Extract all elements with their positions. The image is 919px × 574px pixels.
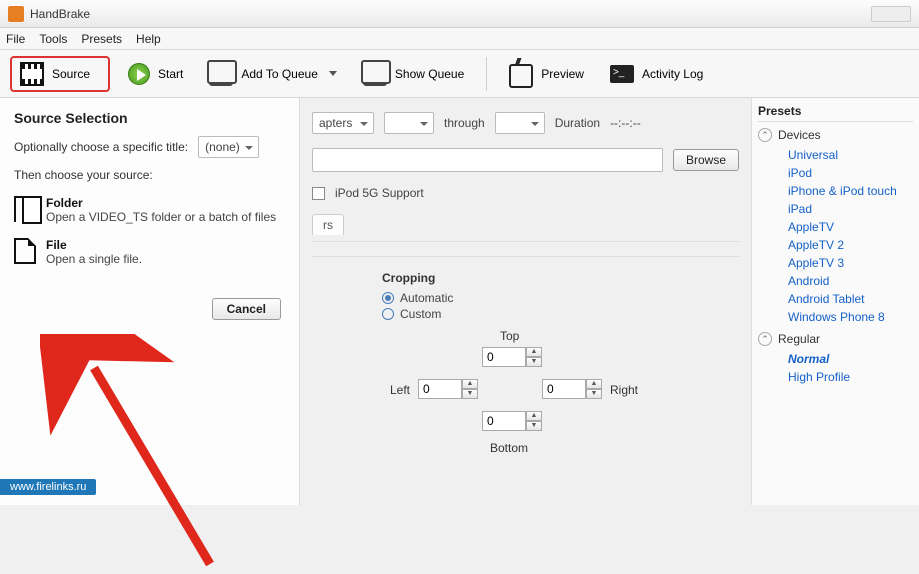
preset-normal[interactable]: Normal — [758, 350, 913, 368]
crop-right-spinner[interactable]: ▲▼ — [542, 379, 602, 399]
preset-group-regular[interactable]: ⌃Regular — [758, 332, 913, 346]
preset-android[interactable]: Android — [758, 272, 913, 290]
menu-file[interactable]: File — [6, 32, 25, 46]
source-option-folder[interactable]: Folder Open a VIDEO_TS folder or a batch… — [14, 196, 285, 224]
source-label: Source — [52, 67, 90, 81]
menu-presets[interactable]: Presets — [81, 32, 122, 46]
preset-ipod[interactable]: iPod — [758, 164, 913, 182]
destination-field[interactable] — [312, 148, 663, 172]
source-option-file[interactable]: File Open a single file. — [14, 238, 285, 266]
source-button[interactable]: Source — [10, 56, 110, 92]
preset-appletv3[interactable]: AppleTV 3 — [758, 254, 913, 272]
add-queue-label: Add To Queue — [241, 67, 318, 81]
window-title: HandBrake — [30, 7, 90, 21]
duration-label: Duration — [555, 116, 600, 130]
collapse-icon: ⌃ — [758, 332, 772, 346]
preset-windows-phone8[interactable]: Windows Phone 8 — [758, 308, 913, 326]
crop-top-spinner[interactable]: ▲▼ — [482, 347, 542, 367]
crop-bottom-spinner[interactable]: ▲▼ — [482, 411, 542, 431]
chapter-to-select[interactable] — [495, 112, 545, 134]
chapters-select[interactable]: apters — [312, 112, 374, 134]
tab-partial[interactable]: rs — [312, 214, 344, 235]
tv-icon — [509, 64, 533, 88]
activity-log-button[interactable]: >_ Activity Log — [602, 59, 711, 89]
titlebar: HandBrake — [0, 0, 919, 28]
activity-log-label: Activity Log — [642, 67, 703, 81]
watermark: www.firelinks.ru — [0, 479, 96, 495]
start-label: Start — [158, 67, 183, 81]
toolbar-separator — [486, 57, 487, 91]
preset-appletv2[interactable]: AppleTV 2 — [758, 236, 913, 254]
crop-left-label: Left — [390, 383, 410, 397]
annotation-arrow — [40, 334, 240, 574]
preset-iphone-ipod-touch[interactable]: iPhone & iPod touch — [758, 182, 913, 200]
preset-android-tablet[interactable]: Android Tablet — [758, 290, 913, 308]
show-queue-button[interactable]: Show Queue — [355, 56, 472, 92]
start-button[interactable]: Start — [120, 57, 191, 91]
cancel-button[interactable]: Cancel — [212, 298, 281, 320]
browse-button[interactable]: Browse — [673, 149, 739, 171]
app-icon — [8, 6, 24, 22]
menu-help[interactable]: Help — [136, 32, 161, 46]
main-content: apters through Duration --:--:-- Browse … — [300, 98, 751, 505]
file-icon — [14, 238, 36, 264]
title-select[interactable]: (none) — [198, 136, 259, 158]
crop-auto-radio[interactable]: Automatic — [382, 291, 739, 305]
crop-bottom-label: Bottom — [490, 441, 528, 455]
menubar: File Tools Presets Help — [0, 28, 919, 50]
play-icon — [128, 63, 150, 85]
add-to-queue-button[interactable]: Add To Queue — [201, 56, 345, 92]
duration-value: --:--:-- — [610, 116, 641, 130]
preview-label: Preview — [541, 67, 584, 81]
queue-add-icon — [209, 62, 233, 86]
file-title: File — [46, 238, 67, 252]
preset-high-profile[interactable]: High Profile — [758, 368, 913, 386]
queue-icon — [363, 62, 387, 86]
chapter-from-select[interactable] — [384, 112, 434, 134]
choose-source-label: Then choose your source: — [14, 168, 153, 182]
preset-universal[interactable]: Universal — [758, 146, 913, 164]
show-queue-label: Show Queue — [395, 67, 464, 81]
cropping-heading: Cropping — [382, 271, 739, 285]
toolbar: Source Start Add To Queue Show Queue Pre… — [0, 50, 919, 98]
crop-right-label: Right — [610, 383, 638, 397]
folder-desc: Open a VIDEO_TS folder or a batch of fil… — [46, 210, 276, 224]
window-controls[interactable] — [871, 6, 911, 22]
preset-ipad[interactable]: iPad — [758, 200, 913, 218]
preset-group-devices[interactable]: ⌃Devices — [758, 128, 913, 142]
through-label: through — [444, 116, 485, 130]
file-desc: Open a single file. — [46, 252, 142, 266]
ipod-support-label: iPod 5G Support — [335, 186, 424, 200]
folder-title: Folder — [46, 196, 83, 210]
menu-tools[interactable]: Tools — [39, 32, 67, 46]
crop-left-spinner[interactable]: ▲▼ — [418, 379, 478, 399]
collapse-icon: ⌃ — [758, 128, 772, 142]
presets-panel: Presets ⌃Devices Universal iPod iPhone &… — [751, 98, 919, 505]
crop-top-label: Top — [500, 329, 519, 343]
preview-button[interactable]: Preview — [501, 54, 592, 94]
folder-icon — [14, 196, 36, 222]
cropping-section: Cropping Automatic Custom Top ▲▼ Left ▲▼… — [312, 256, 739, 469]
source-selection-panel: Source Selection Optionally choose a spe… — [0, 98, 300, 505]
specific-title-label: Optionally choose a specific title: — [14, 140, 188, 154]
preset-appletv[interactable]: AppleTV — [758, 218, 913, 236]
chevron-down-icon — [329, 71, 337, 76]
presets-heading: Presets — [758, 104, 913, 122]
radio-icon — [382, 308, 394, 320]
crop-custom-radio[interactable]: Custom — [382, 307, 739, 321]
radio-icon — [382, 292, 394, 304]
source-selection-heading: Source Selection — [14, 110, 285, 126]
terminal-icon: >_ — [610, 65, 634, 83]
film-icon — [20, 62, 44, 86]
ipod-support-checkbox[interactable] — [312, 187, 325, 200]
